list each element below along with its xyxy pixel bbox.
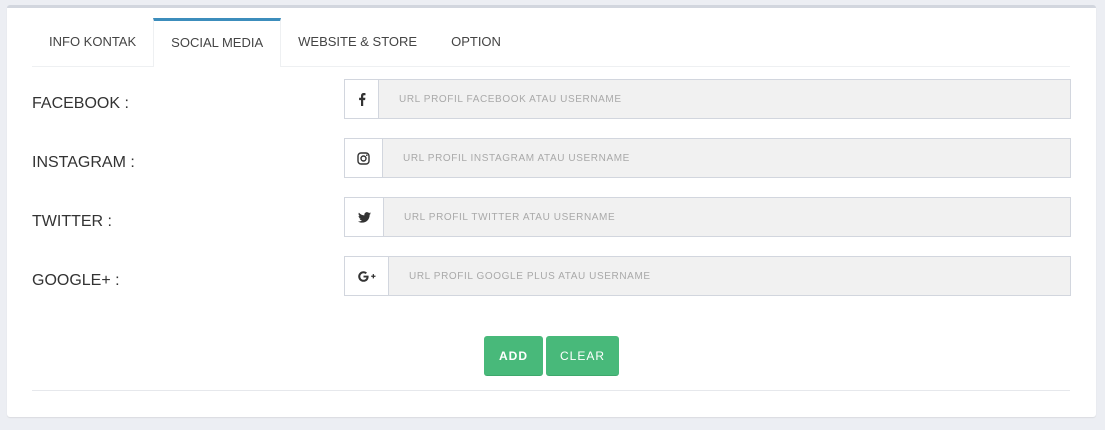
social-media-card: INFO KONTAK SOCIAL MEDIA WEBSITE & STORE… [7, 5, 1096, 417]
footer-divider [32, 390, 1070, 391]
instagram-label: INSTAGRAM : [32, 154, 135, 171]
tab-info-kontak[interactable]: INFO KONTAK [32, 18, 153, 66]
twitter-field [344, 197, 1071, 237]
facebook-row: FACEBOOK : [32, 79, 1071, 119]
instagram-input[interactable] [383, 139, 1070, 177]
google-plus-icon [345, 257, 389, 295]
facebook-icon [345, 80, 379, 118]
facebook-label: FACEBOOK : [32, 95, 129, 112]
instagram-row: INSTAGRAM : [32, 138, 1071, 178]
tab-option[interactable]: OPTION [434, 18, 518, 66]
instagram-icon [345, 139, 383, 177]
tab-website-store[interactable]: WEBSITE & STORE [281, 18, 434, 66]
google-plus-input[interactable] [389, 257, 1070, 295]
twitter-label: TWITTER : [32, 213, 112, 230]
facebook-input[interactable] [379, 80, 1070, 118]
google-plus-row: GOOGLE+ : [32, 256, 1071, 296]
google-plus-field [344, 256, 1071, 296]
tab-bar: INFO KONTAK SOCIAL MEDIA WEBSITE & STORE… [32, 18, 1070, 67]
tab-social-media[interactable]: SOCIAL MEDIA [153, 18, 282, 67]
facebook-field [344, 79, 1071, 119]
twitter-icon [345, 198, 384, 236]
instagram-field [344, 138, 1071, 178]
add-button[interactable]: ADD [484, 336, 543, 376]
google-plus-label: GOOGLE+ : [32, 272, 120, 289]
twitter-input[interactable] [384, 198, 1070, 236]
twitter-row: TWITTER : [32, 197, 1071, 237]
clear-button[interactable]: CLEAR [546, 336, 619, 376]
